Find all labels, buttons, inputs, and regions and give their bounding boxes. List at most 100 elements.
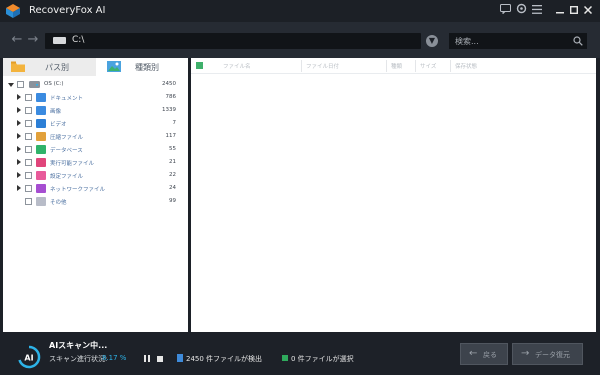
tree-checkbox[interactable] [25, 94, 32, 101]
tree-root-count: 2450 [162, 81, 176, 87]
database-folder-icon [36, 145, 46, 154]
video-folder-icon [36, 119, 46, 128]
tree-checkbox[interactable] [25, 146, 32, 153]
svg-text:AI: AI [24, 354, 33, 363]
column-separator[interactable] [301, 60, 302, 72]
tree-item-label: ドキュメント [50, 96, 84, 102]
tree-checkbox[interactable] [25, 185, 32, 192]
back-arrow-icon[interactable]: ← [9, 31, 25, 49]
tree-item-count: 22 [169, 172, 176, 178]
tree-checkbox[interactable] [25, 159, 32, 166]
select-all-checkbox[interactable] [196, 62, 203, 69]
tree-item[interactable]: その他 99 [3, 195, 188, 208]
tree-item-label: ビデオ [50, 122, 67, 128]
file-list-panel: ファイル名 ファイル日付 種類 サイズ 保存状態 [191, 58, 596, 332]
column-date[interactable]: ファイル日付 [306, 62, 339, 70]
filter-icon[interactable]: ▼ [426, 35, 438, 47]
files-found-count: 2450 件ファイルが検出 [186, 355, 263, 363]
expand-arrow-icon[interactable] [17, 185, 21, 191]
pause-icon[interactable] [143, 354, 151, 363]
path-bar[interactable]: C:\ [45, 33, 421, 49]
tree-root-label: OS (C:) [44, 81, 64, 87]
expand-arrow-icon[interactable] [17, 146, 21, 152]
recover-button[interactable]: → データ復元 [512, 343, 583, 365]
scan-progress-label: スキャン進行状況: [49, 355, 108, 363]
tree-root[interactable]: OS (C:) 2450 [3, 78, 188, 91]
expand-arrow-icon[interactable] [8, 83, 14, 87]
tree-item-count: 786 [165, 94, 177, 100]
status-footer: AI AIスキャン中... スキャン進行状況: 8.17 % 2450 件ファイ… [0, 332, 600, 375]
drive-icon [53, 37, 66, 44]
image-icon [107, 61, 121, 72]
executable-folder-icon [36, 158, 46, 167]
tree-item[interactable]: データベース 55 [3, 143, 188, 156]
chat-icon[interactable] [497, 3, 513, 19]
expand-arrow-icon[interactable] [17, 159, 21, 165]
column-size[interactable]: サイズ [420, 62, 436, 70]
tree-item[interactable]: 圧縮ファイル 117 [3, 130, 188, 143]
search-icon[interactable] [573, 36, 583, 46]
title-bar: RecoveryFox AI [0, 0, 600, 22]
tree-item[interactable]: 画像 1339 [3, 104, 188, 117]
path-text: C:\ [72, 35, 85, 45]
search-input[interactable] [449, 33, 569, 49]
ai-scan-icon: AI [18, 345, 41, 369]
settings-icon[interactable] [513, 3, 529, 19]
toolbar: ← → C:\ ▼ [0, 22, 600, 58]
tree-item-label: 圧縮ファイル [50, 135, 84, 141]
tree-item[interactable]: 実行可能ファイル 21 [3, 156, 188, 169]
expand-arrow-icon[interactable] [17, 120, 21, 126]
tree-checkbox[interactable] [25, 172, 32, 179]
tree-checkbox[interactable] [25, 198, 32, 205]
tab-path[interactable]: パス別 [3, 58, 96, 76]
tree-item-label: データベース [50, 148, 83, 154]
tree-checkbox[interactable] [25, 133, 32, 140]
tree-item[interactable]: ビデオ 7 [3, 117, 188, 130]
expand-arrow-icon[interactable] [17, 133, 21, 139]
column-type[interactable]: 種類 [391, 62, 402, 70]
column-separator[interactable] [415, 60, 416, 72]
column-status[interactable]: 保存状態 [455, 62, 477, 70]
forward-arrow-icon[interactable]: → [25, 31, 41, 49]
tab-type[interactable]: 種類別 [96, 58, 188, 76]
back-button[interactable]: ← 戻る [460, 343, 508, 365]
document-folder-icon [36, 93, 46, 102]
tab-type-label: 種類別 [135, 63, 159, 72]
left-panel: パス別 種類別 OS (C:) 2450 ドキュメント 786 画像 1339 ビデオ 7 圧縮… [3, 58, 188, 332]
back-button-label: 戻る [483, 351, 497, 359]
tree-checkbox[interactable] [25, 107, 32, 114]
tree-item-count: 117 [165, 133, 177, 139]
tree-item-label: 実行可能ファイル [50, 161, 95, 167]
recover-button-label: データ復元 [535, 351, 570, 359]
tree-item[interactable]: ネットワークファイル 24 [3, 182, 188, 195]
tree-item[interactable]: 設定ファイル 22 [3, 169, 188, 182]
scan-progress-value: 8.17 % [102, 354, 127, 362]
scan-title: AIスキャン中... [49, 341, 108, 350]
tree-item-label: 設定ファイル [50, 174, 84, 180]
file-icon [177, 354, 183, 362]
tree-item-count: 55 [169, 146, 176, 152]
tree-item-count: 24 [169, 185, 176, 191]
expand-arrow-icon[interactable] [17, 94, 21, 100]
network-folder-icon [36, 184, 46, 193]
tree-item[interactable]: ドキュメント 786 [3, 91, 188, 104]
app-title: RecoveryFox AI [29, 5, 106, 16]
expand-arrow-icon[interactable] [17, 107, 21, 113]
tree-item-count: 99 [169, 198, 176, 204]
folder-icon [11, 61, 25, 72]
stop-icon[interactable] [157, 356, 163, 362]
close-icon[interactable] [580, 3, 596, 19]
tree-item-count: 21 [169, 159, 176, 165]
other-folder-icon [36, 197, 46, 206]
column-separator[interactable] [450, 60, 451, 72]
tree-item-count: 1339 [162, 107, 176, 113]
tree-checkbox[interactable] [25, 120, 32, 127]
menu-icon[interactable] [529, 3, 545, 19]
tree-checkbox[interactable] [17, 81, 24, 88]
column-filename[interactable]: ファイル名 [223, 62, 251, 70]
expand-arrow-icon[interactable] [17, 172, 21, 178]
forward-arrow-icon: → [521, 348, 530, 359]
column-separator[interactable] [386, 60, 387, 72]
drive-icon [29, 81, 40, 88]
search-box [449, 33, 587, 49]
